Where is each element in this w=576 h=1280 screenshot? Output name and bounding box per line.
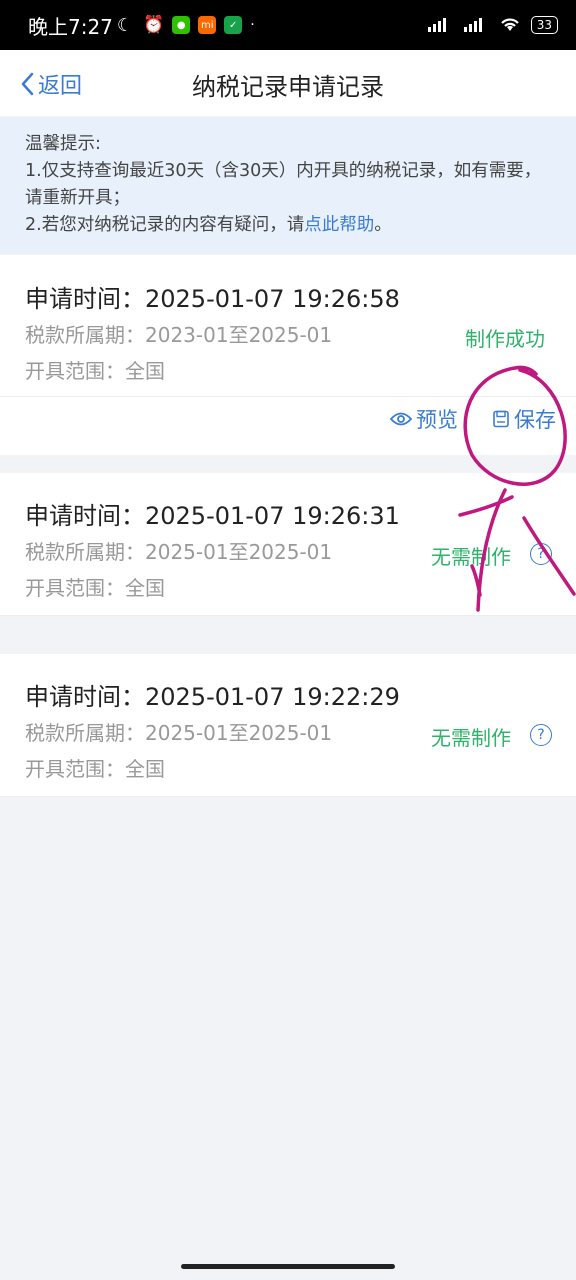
notice-line-1: 1.仅支持查询最近30天（含30天）内开具的纳税记录，如有需要，请重新开具； xyxy=(25,161,542,208)
dot-icon: · xyxy=(250,17,255,33)
divider xyxy=(0,615,576,616)
request-time: 申请时间：2025-01-07 19:26:31 xyxy=(25,502,400,530)
home-indicator[interactable] xyxy=(181,1264,395,1269)
record-card: 申请时间：2025-01-07 19:22:29 税款所属期：2025-01至2… xyxy=(0,654,576,797)
notice-line-2-suffix: 。 xyxy=(374,215,392,235)
issue-scope: 开具范围：全国 xyxy=(25,359,165,383)
save-label: 保存 xyxy=(514,408,556,432)
tax-period: 税款所属期：2025-01至2025-01 xyxy=(25,540,333,564)
record-card: 申请时间：2025-01-07 19:26:31 税款所属期：2025-01至2… xyxy=(0,473,576,616)
help-icon[interactable]: ? xyxy=(530,543,552,565)
wifi-icon xyxy=(499,16,521,35)
mi-icon: mi xyxy=(198,16,217,34)
notice-box: 温馨提示: 1.仅支持查询最近30天（含30天）内开具的纳税记录，如有需要，请重… xyxy=(0,117,576,254)
battery-icon: 33 xyxy=(530,16,558,34)
divider xyxy=(0,796,576,797)
nav-bar: 返回 纳税记录申请记录 xyxy=(0,50,576,116)
tax-period: 税款所属期：2023-01至2025-01 xyxy=(25,323,333,347)
alarm-icon: ⏰ xyxy=(143,15,165,35)
wechat-icon: ● xyxy=(172,16,191,34)
issue-scope: 开具范围：全国 xyxy=(25,757,165,781)
tax-period: 税款所属期：2025-01至2025-01 xyxy=(25,721,333,745)
help-icon[interactable]: ? xyxy=(530,724,552,746)
status-badge: 制作成功 xyxy=(465,327,545,351)
shield-app-icon: ✓ xyxy=(224,16,243,34)
status-badge: 无需制作 xyxy=(431,545,511,569)
request-time: 申请时间：2025-01-07 19:26:58 xyxy=(25,285,400,313)
issue-scope: 开具范围：全国 xyxy=(25,576,165,600)
status-bar: 晚上7:27 ☾ ⏰ ● mi ✓ · 33 xyxy=(0,0,576,50)
signal-icon-2 xyxy=(463,16,489,35)
moon-icon: ☾ xyxy=(116,14,134,36)
page-title: 纳税记录申请记录 xyxy=(192,73,384,101)
preview-label: 预览 xyxy=(416,408,458,432)
status-badge: 无需制作 xyxy=(431,726,511,750)
save-icon xyxy=(493,410,509,428)
eye-icon xyxy=(390,412,412,426)
divider xyxy=(0,396,576,397)
record-card: 申请时间：2025-01-07 19:26:58 税款所属期：2023-01至2… xyxy=(0,255,576,455)
request-time: 申请时间：2025-01-07 19:22:29 xyxy=(25,683,400,711)
status-time: 晚上7:27 xyxy=(28,14,113,39)
signal-icon xyxy=(427,16,453,35)
notice-line-2-prefix: 2.若您对纳税记录的内容有疑问，请 xyxy=(25,215,305,235)
save-button[interactable]: 保存 xyxy=(492,404,556,434)
help-link[interactable]: 点此帮助 xyxy=(304,215,374,235)
notice-heading: 温馨提示: xyxy=(25,134,101,154)
preview-button[interactable]: 预览 xyxy=(390,404,458,434)
notice-line-2: 2.若您对纳税记录的内容有疑问，请点此帮助。 xyxy=(25,212,556,239)
